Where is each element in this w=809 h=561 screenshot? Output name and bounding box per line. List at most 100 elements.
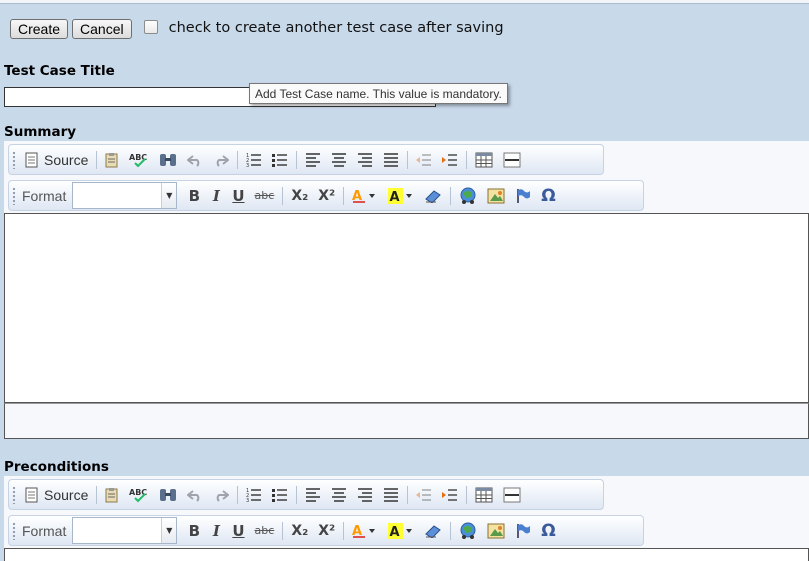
spellcheck-icon: ABC <box>129 488 148 502</box>
paste-button[interactable] <box>100 484 124 506</box>
find-icon <box>160 488 177 501</box>
bulleted-list-icon <box>272 153 288 167</box>
table-button[interactable] <box>470 484 498 506</box>
align-right-button[interactable] <box>352 484 378 506</box>
toolbar-separator <box>96 150 98 169</box>
toolbar-separator <box>296 485 298 504</box>
preconditions-editor: Source ABC 123 Format ▼ B I U abc X₂ X² … <box>4 476 809 561</box>
align-center-button[interactable] <box>326 484 352 506</box>
preconditions-content-area[interactable] <box>4 548 809 561</box>
numbered-list-button[interactable]: 123 <box>241 484 267 506</box>
bulleted-list-button[interactable] <box>267 484 293 506</box>
align-right-button[interactable] <box>352 149 378 171</box>
horizontal-rule-button[interactable] <box>498 149 526 171</box>
bulleted-list-button[interactable] <box>267 149 293 171</box>
italic-button[interactable]: I <box>205 185 227 207</box>
paste-icon <box>105 487 118 502</box>
anchor-button[interactable] <box>510 185 536 207</box>
image-button[interactable] <box>482 520 510 542</box>
bold-button[interactable]: B <box>183 520 205 542</box>
find-button[interactable] <box>154 484 182 506</box>
format-select[interactable]: ▼ <box>72 517 178 544</box>
outdent-icon <box>416 488 432 501</box>
svg-text:3: 3 <box>246 498 249 503</box>
redo-icon <box>217 489 230 502</box>
find-button[interactable] <box>154 149 182 171</box>
toolbar-grip[interactable] <box>12 521 16 540</box>
toolbar-separator <box>407 150 409 169</box>
horizontal-rule-button[interactable] <box>498 484 526 506</box>
table-button[interactable] <box>470 149 498 171</box>
outdent-button[interactable] <box>411 149 437 171</box>
justify-button[interactable] <box>378 484 404 506</box>
redo-button[interactable] <box>208 484 234 506</box>
align-left-icon <box>306 152 321 167</box>
strikethrough-button[interactable]: abc <box>250 185 280 207</box>
indent-icon <box>442 153 458 166</box>
indent-button[interactable] <box>437 484 463 506</box>
toolbar-separator <box>450 186 452 205</box>
justify-button[interactable] <box>378 149 404 171</box>
align-left-icon <box>306 487 321 502</box>
align-left-button[interactable] <box>300 484 326 506</box>
toolbar-grip[interactable] <box>12 186 16 205</box>
create-another-label: check to create another test case after … <box>168 20 504 36</box>
background-color-button[interactable]: A <box>383 185 419 207</box>
source-button[interactable]: Source <box>20 149 93 171</box>
create-another-checkbox[interactable] <box>143 20 158 34</box>
italic-button[interactable]: I <box>205 520 227 542</box>
numbered-list-button[interactable]: 123 <box>241 149 267 171</box>
anchor-button[interactable] <box>510 520 536 542</box>
remove-format-button[interactable] <box>419 520 447 542</box>
background-color-icon: A <box>388 522 413 539</box>
cancel-button[interactable]: Cancel <box>72 19 132 39</box>
superscript-button[interactable]: X² <box>313 185 340 207</box>
special-char-button[interactable]: Ω <box>536 185 560 207</box>
toolbar-grip[interactable] <box>12 485 16 504</box>
text-color-button[interactable]: A <box>347 185 383 207</box>
chevron-down-icon[interactable]: ▼ <box>161 518 177 543</box>
undo-button[interactable] <box>182 149 208 171</box>
underline-button[interactable]: U <box>227 185 249 207</box>
undo-button[interactable] <box>182 484 208 506</box>
eraser-icon <box>425 189 441 203</box>
spellcheck-button[interactable]: ABC <box>124 149 154 171</box>
source-button[interactable]: Source <box>20 484 93 506</box>
summary-status-bar <box>4 403 809 439</box>
paste-button[interactable] <box>100 149 124 171</box>
chevron-down-icon[interactable]: ▼ <box>161 183 177 208</box>
image-button[interactable] <box>482 185 510 207</box>
background-color-button[interactable]: A <box>383 520 419 542</box>
outdent-button[interactable] <box>411 484 437 506</box>
strikethrough-button[interactable]: abc <box>250 520 280 542</box>
toolbar-separator <box>237 150 239 169</box>
subscript-button[interactable]: X₂ <box>286 520 313 542</box>
format-label: Format <box>22 187 67 204</box>
remove-format-button[interactable] <box>419 185 447 207</box>
align-left-button[interactable] <box>300 149 326 171</box>
underline-button[interactable]: U <box>227 520 249 542</box>
image-icon <box>487 523 505 538</box>
superscript-button[interactable]: X² <box>313 520 340 542</box>
link-button[interactable] <box>454 520 482 542</box>
summary-content-area[interactable] <box>4 213 809 403</box>
link-button[interactable] <box>454 185 482 207</box>
summary-label: Summary <box>4 124 77 140</box>
toolbar-grip[interactable] <box>12 150 16 169</box>
bold-button[interactable]: B <box>183 185 205 207</box>
spellcheck-button[interactable]: ABC <box>124 484 154 506</box>
source-icon <box>25 152 38 167</box>
eraser-icon <box>425 524 441 538</box>
format-select[interactable]: ▼ <box>72 182 178 209</box>
align-center-button[interactable] <box>326 149 352 171</box>
horizontal-rule-icon <box>503 152 521 167</box>
redo-button[interactable] <box>208 149 234 171</box>
subscript-button[interactable]: X₂ <box>286 185 313 207</box>
text-color-button[interactable]: A <box>347 520 383 542</box>
link-icon <box>460 522 476 539</box>
svg-text:A: A <box>390 190 400 204</box>
special-char-button[interactable]: Ω <box>536 520 560 542</box>
indent-button[interactable] <box>437 149 463 171</box>
create-button[interactable]: Create <box>10 19 69 39</box>
spellcheck-icon: ABC <box>129 153 148 167</box>
